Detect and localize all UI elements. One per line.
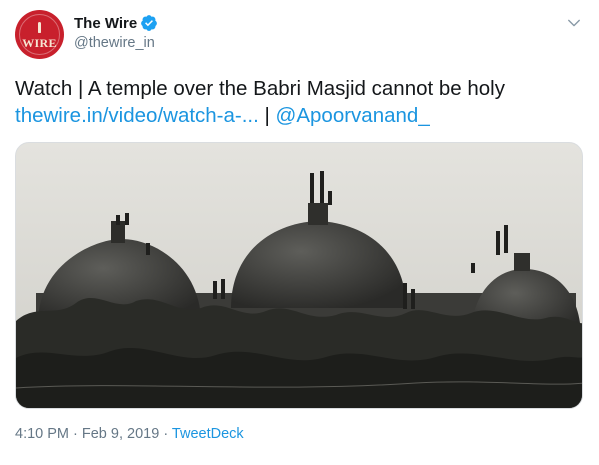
account-name-row[interactable]: The Wire: [74, 13, 158, 33]
account-name[interactable]: The Wire: [74, 15, 137, 32]
meta-separator-2: ·: [159, 426, 172, 442]
verified-badge-icon: [141, 15, 158, 31]
tweet-media-image[interactable]: [15, 142, 583, 409]
mention-link[interactable]: @Apoorvanand_: [276, 104, 430, 127]
tweet-text: Watch | A temple over the Babri Masjid c…: [15, 75, 590, 129]
tweet-link[interactable]: thewire.in/video/watch-a-...: [15, 104, 259, 127]
tweet-links-line: thewire.in/video/watch-a-... | @Apoorvan…: [15, 102, 590, 129]
tweet-time[interactable]: 4:10 PM: [15, 426, 69, 442]
chevron-down-icon[interactable]: [565, 14, 583, 32]
tweet-meta: 4:10 PM · Feb 9, 2019 · TweetDeck: [15, 426, 244, 442]
tweet-source-link[interactable]: TweetDeck: [172, 426, 244, 442]
link-separator: |: [258, 104, 276, 127]
mosque-photo: [16, 143, 582, 408]
tweet-card: WIRE The Wire @thewire_in Watch | A temp…: [0, 0, 599, 465]
avatar-logo-text: WIRE: [22, 36, 57, 50]
avatar[interactable]: WIRE: [15, 10, 64, 59]
tweet-date[interactable]: Feb 9, 2019: [82, 426, 159, 442]
account-handle[interactable]: @thewire_in: [74, 35, 155, 51]
tweet-text-line: Watch | A temple over the Babri Masjid c…: [15, 77, 505, 100]
meta-separator: ·: [69, 426, 82, 442]
lamp-icon: [38, 22, 41, 33]
